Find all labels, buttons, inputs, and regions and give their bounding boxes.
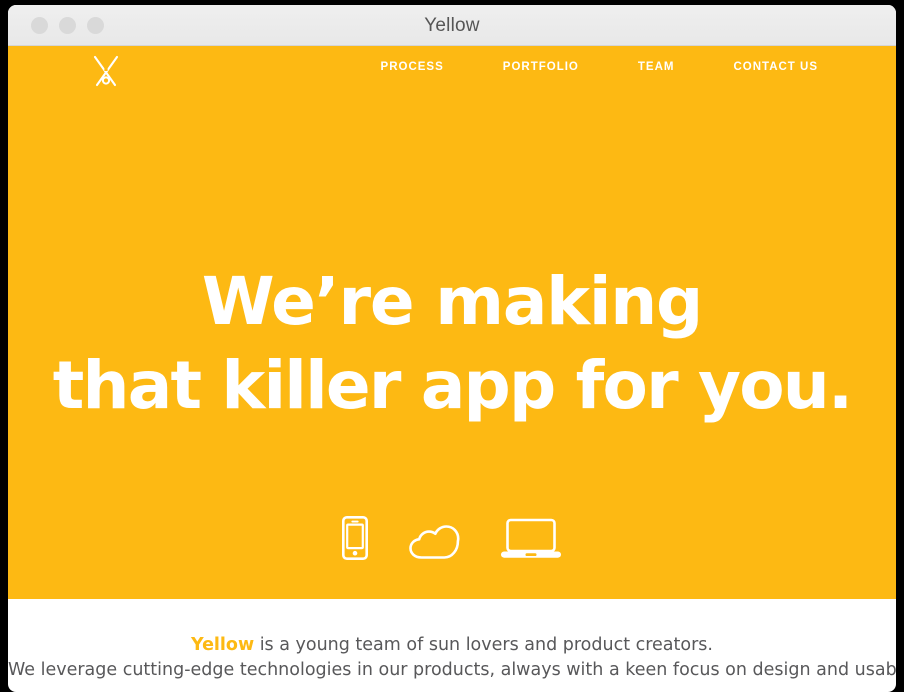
hero-headline: We’re making that killer app for you. [8, 260, 896, 428]
nav-item-process[interactable]: PROCESS [381, 61, 444, 73]
brand-name: Yellow [191, 635, 255, 655]
laptop-icon [500, 518, 562, 565]
nav-links: PROCESS PORTFOLIO TEAM CONTACT US [381, 61, 818, 73]
intro-line-2: We leverage cutting-edge technologies in… [8, 659, 896, 680]
window-title: Yellow [424, 15, 480, 36]
window-titlebar: Yellow [8, 5, 896, 46]
nav-item-portfolio[interactable]: PORTFOLIO [503, 61, 579, 73]
nav-item-contact-us[interactable]: CONTACT US [733, 61, 818, 73]
headline-line-2: that killer app for you. [52, 347, 853, 425]
intro-line-1-rest: is a young team of sun lovers and produc… [254, 635, 713, 655]
headline-line-1: We’re making [201, 263, 703, 341]
screen-backdrop: Yellow PROCESS PORTFOLIO TEAM CONTACT US… [0, 0, 904, 692]
device-icon-row [8, 515, 896, 565]
smartphone-icon [341, 515, 368, 565]
browser-window: Yellow PROCESS PORTFOLIO TEAM CONTACT US… [8, 5, 896, 692]
hero-section: PROCESS PORTFOLIO TEAM CONTACT US We’re … [8, 46, 896, 599]
intro-section: Yellow is a young team of sun lovers and… [8, 599, 896, 683]
intro-line-1: Yellow is a young team of sun lovers and… [8, 633, 896, 658]
site-navbar: PROCESS PORTFOLIO TEAM CONTACT US [8, 46, 896, 102]
yellow-logo-icon[interactable] [88, 53, 124, 89]
cloud-icon [408, 524, 460, 565]
nav-item-team[interactable]: TEAM [638, 61, 675, 73]
